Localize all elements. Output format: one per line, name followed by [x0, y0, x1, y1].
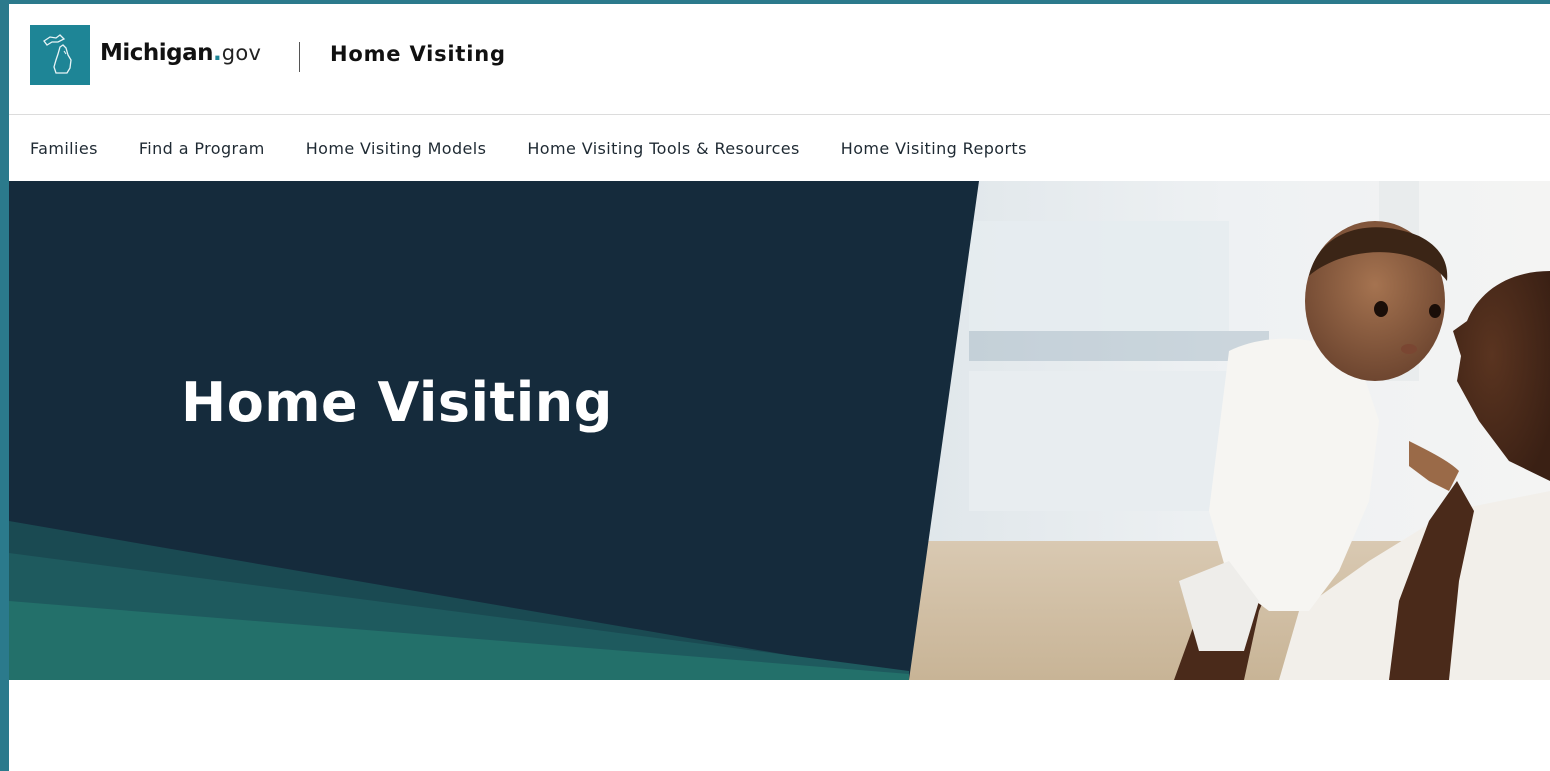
nav-item-reports[interactable]: Home Visiting Reports [841, 139, 1027, 158]
main-nav: Families Find a Program Home Visiting Mo… [9, 116, 1550, 181]
hero-title: Home Visiting [181, 371, 613, 434]
nav-item-find-a-program[interactable]: Find a Program [139, 139, 265, 158]
page: Michigan. gov Home Visiting Families Find… [9, 4, 1550, 771]
hero-photo [909, 181, 1550, 680]
site-title-link[interactable]: Home Visiting [330, 42, 506, 66]
nav-item-home-visiting-models[interactable]: Home Visiting Models [306, 139, 487, 158]
hero-banner: Home Visiting [9, 181, 1550, 680]
nav-item-tools-resources[interactable]: Home Visiting Tools & Resources [527, 139, 799, 158]
michigan-logo-link[interactable] [30, 25, 90, 85]
header-divider [299, 42, 300, 72]
nav-item-families[interactable]: Families [30, 139, 98, 158]
brand-name: Michigan [100, 40, 214, 66]
michigan-state-outline-icon [43, 34, 72, 74]
michigan-gov-wordmark[interactable]: Michigan. gov [100, 40, 261, 74]
browser-frame: Michigan. gov Home Visiting Families Find… [0, 0, 1550, 771]
brand-suffix: gov [221, 41, 262, 65]
site-header: Michigan. gov Home Visiting [9, 4, 1550, 115]
brand-dot: . [213, 40, 222, 66]
